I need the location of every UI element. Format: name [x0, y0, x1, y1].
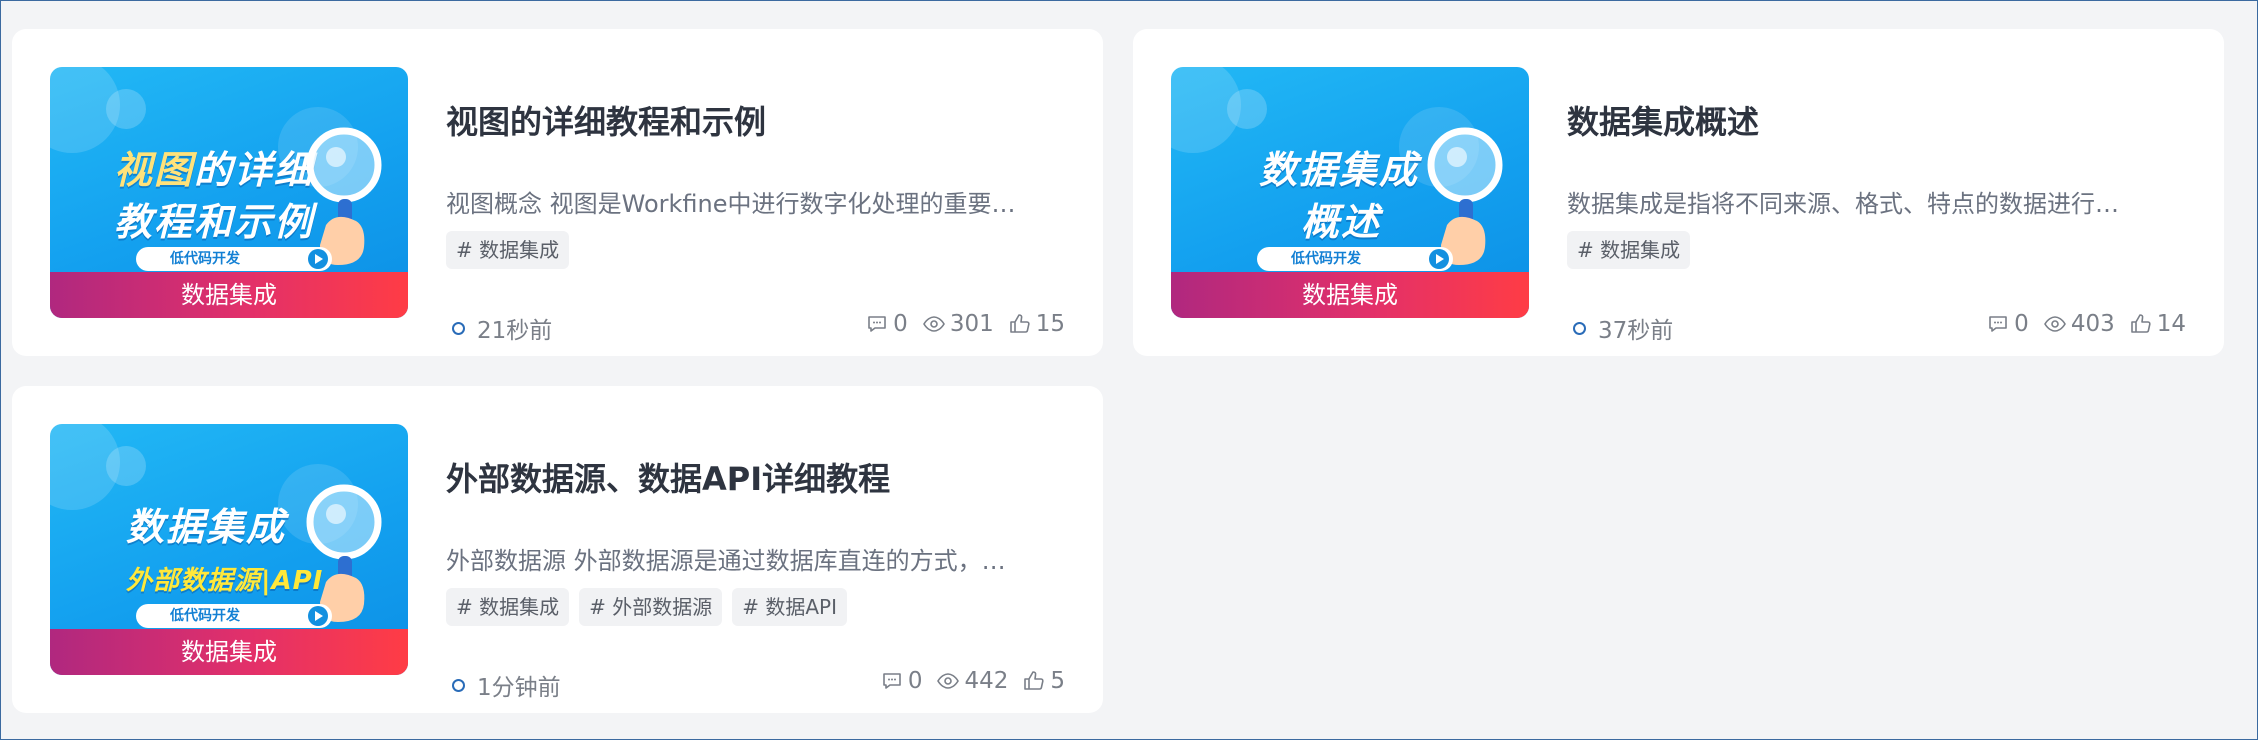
tag-list: # 数据集成	[446, 231, 570, 269]
thumb-pill: 低代码开发	[136, 247, 332, 271]
article-thumbnail[interactable]: 数据集成 概述 低代码开发 数据集成	[1171, 67, 1529, 318]
post-time: 37秒前	[1573, 311, 1673, 345]
article-grid: 视图的详细 教程和示例 低代码开发 数据集成 视图的详细教程和示例 视图概念 视…	[12, 29, 2224, 713]
thumb-pill: 低代码开发	[1257, 247, 1453, 271]
thumb-category-band: 数据集成	[50, 629, 408, 675]
decor-bubble	[106, 446, 146, 486]
tag[interactable]: # 数据集成	[446, 588, 570, 626]
eye-icon	[922, 316, 945, 332]
article-card[interactable]: 视图的详细 教程和示例 低代码开发 数据集成 视图的详细教程和示例 视图概念 视…	[12, 29, 1103, 356]
thumb-headline-2: 教程和示例	[114, 200, 315, 244]
view-stat: 301	[922, 311, 994, 337]
tag[interactable]: # 数据API	[732, 588, 848, 626]
stats: 0 442 5	[880, 668, 1065, 694]
post-time: 1分钟前	[452, 668, 561, 702]
tag[interactable]: # 数据集成	[1567, 231, 1691, 269]
article-card[interactable]: 数据集成 外部数据源|API 低代码开发 数据集成 外部数据源、数据API详细教…	[12, 386, 1103, 713]
magnifier-hand-icon	[306, 484, 382, 622]
comment-icon	[1989, 316, 2007, 332]
decor-bubble	[1227, 89, 1267, 129]
thumb-pill: 低代码开发	[136, 604, 332, 628]
thumb-category-band: 数据集成	[50, 272, 408, 318]
magnifier-hand-icon	[1427, 127, 1503, 265]
comment-stat[interactable]: 0	[865, 311, 908, 337]
article-description: 数据集成是指将不同来源、格式、特点的数据进行…	[1567, 190, 2119, 218]
article-title[interactable]: 外部数据源、数据API详细教程	[446, 454, 890, 500]
play-icon	[308, 249, 328, 269]
magnifier-hand-icon	[306, 127, 382, 265]
thumbs-up-icon	[1009, 314, 1030, 333]
eye-icon	[2043, 316, 2066, 332]
time-text: 1分钟前	[477, 675, 561, 701]
comment-icon	[883, 673, 901, 689]
thumbs-up-icon	[2130, 314, 2151, 333]
tag-list: # 数据集成 # 外部数据源 # 数据API	[446, 588, 848, 626]
article-description: 视图概念 视图是Workfine中进行数字化处理的重要…	[446, 190, 1016, 218]
decor-bubble	[106, 89, 146, 129]
article-title[interactable]: 数据集成概述	[1567, 97, 1759, 143]
view-stat: 403	[2043, 311, 2115, 337]
time-dot-icon	[452, 321, 465, 335]
thumb-headline-1: 数据集成	[126, 505, 287, 549]
article-description: 外部数据源 外部数据源是通过数据库直连的方式，…	[446, 547, 1006, 575]
thumb-headline-1: 视图的详细	[114, 148, 315, 192]
article-title[interactable]: 视图的详细教程和示例	[446, 97, 766, 143]
stats: 0 403 14	[1986, 311, 2186, 337]
stats: 0 301 15	[865, 311, 1065, 337]
time-dot-icon	[1573, 321, 1586, 335]
comment-icon	[868, 316, 886, 332]
comment-stat[interactable]: 0	[880, 668, 922, 694]
tag[interactable]: # 数据集成	[446, 231, 570, 269]
comment-stat[interactable]: 0	[1986, 311, 2029, 337]
article-thumbnail[interactable]: 视图的详细 教程和示例 低代码开发 数据集成	[50, 67, 408, 318]
play-icon	[308, 606, 328, 626]
like-stat[interactable]: 5	[1022, 668, 1065, 694]
view-stat: 442	[936, 668, 1008, 694]
thumb-category-band: 数据集成	[1171, 272, 1529, 318]
article-card[interactable]: 数据集成 概述 低代码开发 数据集成 数据集成概述 数据集成是指将不同来源、格式…	[1133, 29, 2224, 356]
like-stat[interactable]: 15	[1008, 311, 1065, 337]
eye-icon	[937, 673, 960, 689]
article-thumbnail[interactable]: 数据集成 外部数据源|API 低代码开发 数据集成	[50, 424, 408, 675]
thumb-headline-2: 概述	[1301, 200, 1382, 244]
play-icon	[1429, 249, 1449, 269]
time-text: 37秒前	[1598, 318, 1674, 344]
thumb-headline-2: 外部数据源|API	[126, 566, 324, 596]
thumbs-up-icon	[1024, 671, 1044, 690]
post-time: 21秒前	[452, 311, 552, 345]
tag[interactable]: # 外部数据源	[579, 588, 723, 626]
like-stat[interactable]: 14	[2129, 311, 2186, 337]
time-text: 21秒前	[477, 318, 553, 344]
time-dot-icon	[452, 678, 465, 692]
tag-list: # 数据集成	[1567, 231, 1691, 269]
thumb-headline-1: 数据集成	[1259, 148, 1420, 192]
